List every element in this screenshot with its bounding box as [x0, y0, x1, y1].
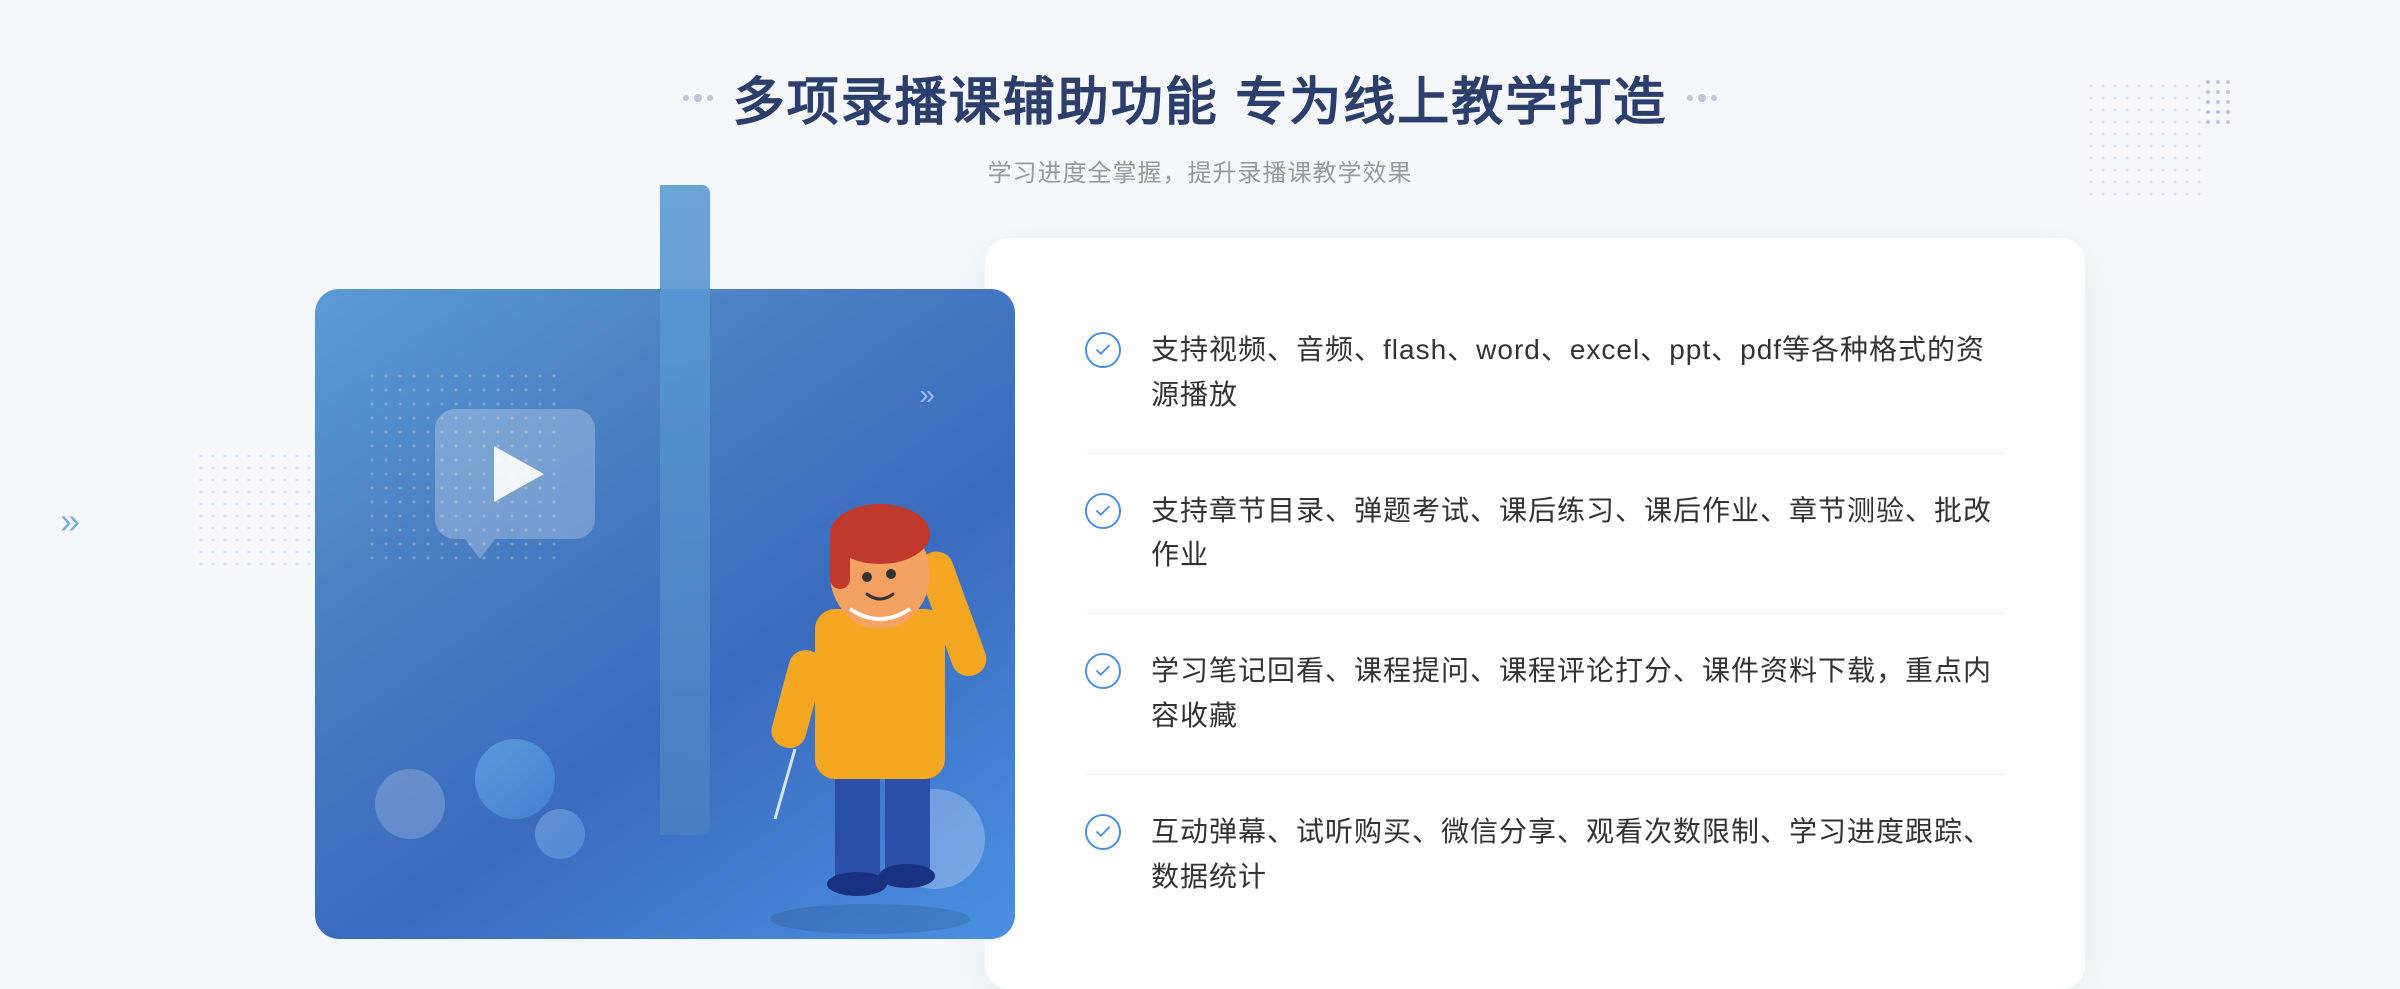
check-icon-2: [1085, 493, 1121, 529]
header-dots-right: [1687, 94, 1717, 102]
feature-item-1: 支持视频、音频、flash、word、excel、ppt、pdf等各种格式的资源…: [1085, 293, 2005, 454]
feature-item-4: 互动弹幕、试听购买、微信分享、观看次数限制、学习进度跟踪、数据统计: [1085, 775, 2005, 935]
blue-accent-bar: [660, 185, 710, 835]
left-arrow-decoration: »: [60, 500, 80, 542]
play-icon: [494, 446, 544, 502]
deco-circle-1: [475, 739, 555, 819]
main-content: »: [0, 238, 2400, 989]
features-panel: 支持视频、音频、flash、word、excel、ppt、pdf等各种格式的资源…: [985, 238, 2085, 989]
deco-circle-2: [535, 809, 585, 859]
check-icon-3: [1085, 653, 1121, 689]
check-icon-1: [1085, 332, 1121, 368]
page-subtitle: 学习进度全掌握，提升录播课教学效果: [0, 153, 2400, 188]
check-icon-4: [1085, 814, 1121, 850]
card-circle-2: [375, 769, 445, 839]
header-dots-left: [683, 94, 713, 102]
dot-pattern-left: [195, 450, 315, 570]
page-header: 多项录播课辅助功能 专为线上教学打造 学习进度全掌握，提升录播课教学效果: [0, 0, 2400, 188]
feature-item-3: 学习笔记回看、课程提问、课程评论打分、课件资料下载，重点内容收藏: [1085, 614, 2005, 775]
figure-illustration: [695, 389, 1045, 939]
deco-dots-right: [2206, 80, 2230, 124]
page-title: 多项录播课辅助功能 专为线上教学打造: [733, 60, 1667, 135]
feature-item-2: 支持章节目录、弹题考试、课后练习、课后作业、章节测验、批改作业: [1085, 454, 2005, 615]
feature-text-4: 互动弹幕、试听购买、微信分享、观看次数限制、学习进度跟踪、数据统计: [1151, 810, 2005, 900]
feature-text-2: 支持章节目录、弹题考试、课后练习、课后作业、章节测验、批改作业: [1151, 489, 2005, 579]
feature-text-3: 学习笔记回看、课程提问、课程评论打分、课件资料下载，重点内容收藏: [1151, 649, 2005, 739]
play-bubble[interactable]: [435, 409, 595, 539]
feature-text-1: 支持视频、音频、flash、word、excel、ppt、pdf等各种格式的资源…: [1151, 328, 2005, 418]
